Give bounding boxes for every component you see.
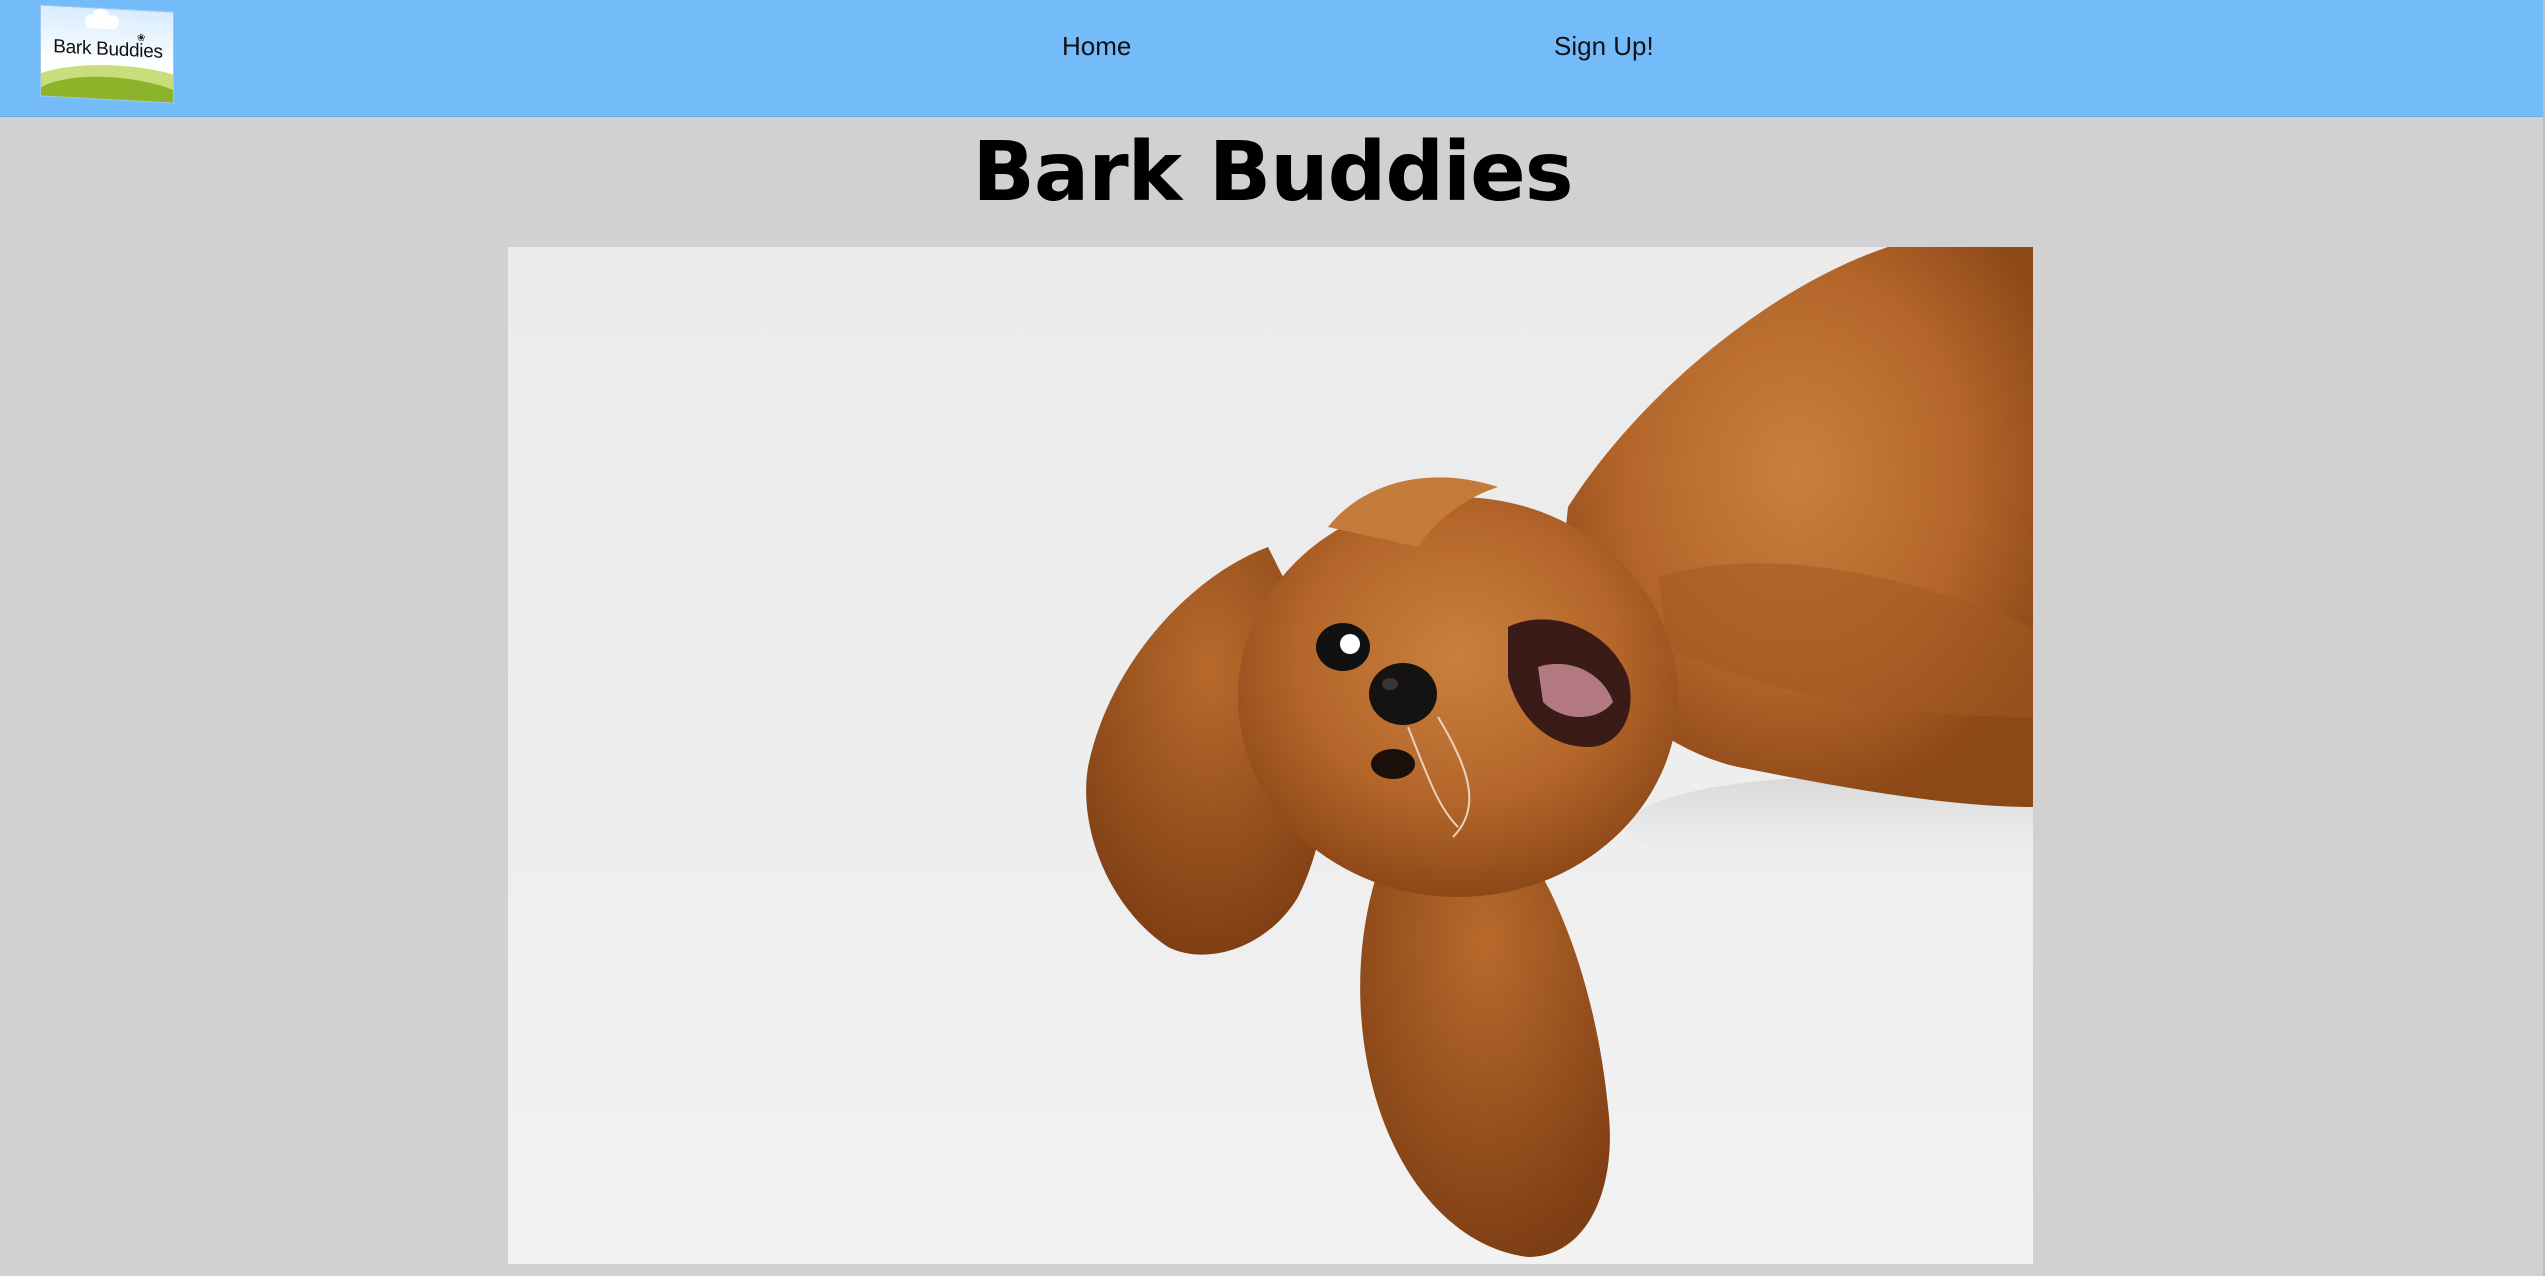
nav-signup-link[interactable]: Sign Up! [1554, 31, 1654, 62]
nose-highlight [1382, 678, 1398, 690]
eye-highlight [1340, 634, 1360, 654]
dog-eye-lower [1371, 749, 1415, 779]
site-logo[interactable]: ❀ Bark Buddies [40, 4, 174, 104]
hero-image [508, 247, 2033, 1264]
logo-text: Bark Buddies [53, 36, 163, 63]
page-title: Bark Buddies [972, 125, 1573, 220]
nav-home-link[interactable]: Home [1062, 31, 1131, 62]
puppy-illustration [1086, 247, 2033, 1257]
top-navbar: ❀ Bark Buddies Home Sign Up! [0, 0, 2545, 117]
dog-nose [1369, 663, 1437, 725]
logo-cloud-icon [85, 13, 119, 30]
